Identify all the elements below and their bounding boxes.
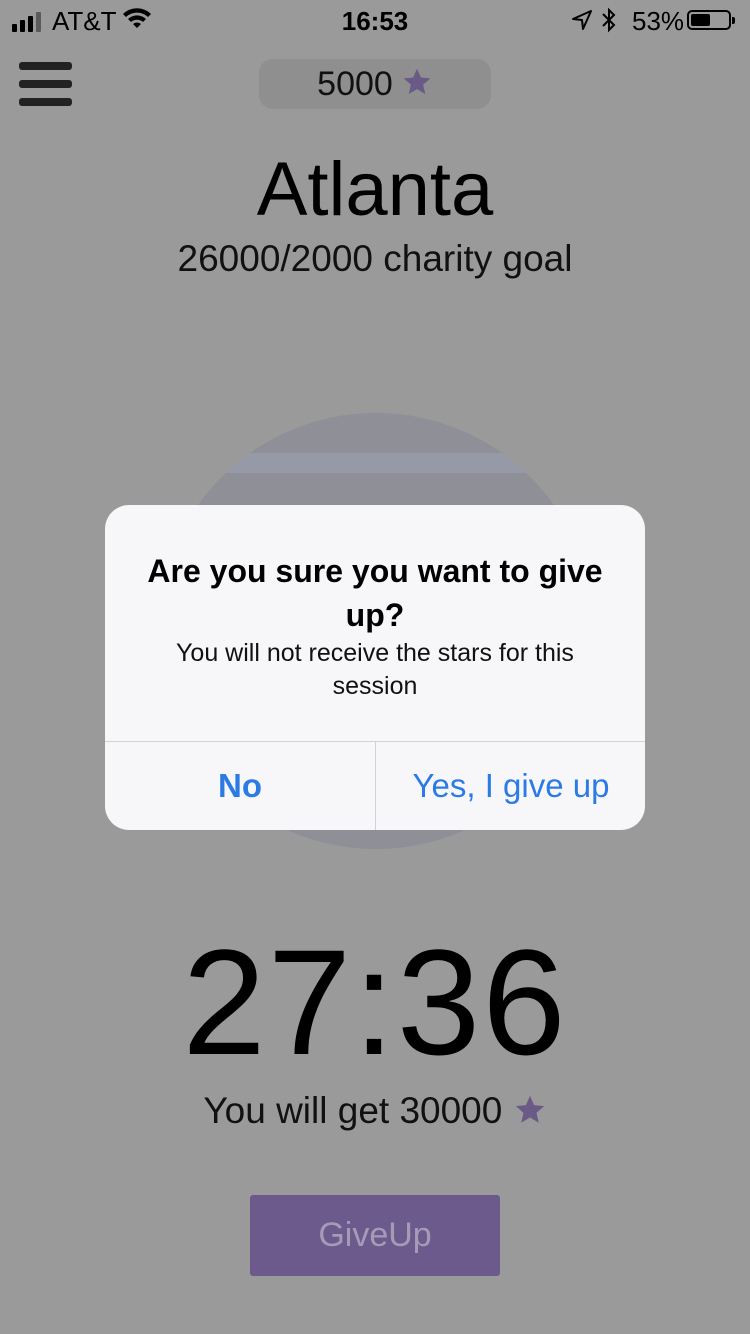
battery-icon [687, 10, 735, 30]
dialog-message: You will not receive the stars for this … [176, 639, 574, 700]
star-balance-count: 5000 [317, 64, 393, 103]
confirm-give-up-dialog: Are you sure you want to give up? You wi… [105, 505, 645, 830]
yes-give-up-button[interactable]: Yes, I give up [376, 742, 645, 830]
battery-nub [732, 17, 735, 24]
bluetooth-icon [600, 7, 618, 38]
no-button[interactable]: No [105, 742, 375, 830]
reward-line: You will get 30000 [0, 1090, 750, 1133]
session-image-band [158, 453, 594, 473]
city-title: Atlanta [256, 147, 494, 232]
session-timer: 27:36 [182, 918, 568, 1086]
battery-fill [691, 14, 710, 26]
star-icon [513, 1090, 547, 1132]
star-icon [401, 66, 433, 103]
give-up-button[interactable]: GiveUp [250, 1195, 500, 1276]
location-icon [571, 9, 593, 36]
dialog-title: Are you sure you want to give up? [147, 553, 603, 633]
hamburger-menu-icon[interactable] [19, 62, 72, 108]
star-balance: 5000 [259, 59, 491, 109]
battery-percent: 53% [632, 6, 685, 36]
charity-goal: 26000/2000 charity goal [177, 238, 573, 279]
status-bar: AT&T 16:53 53% [0, 0, 750, 40]
reward-text: You will get 30000 [203, 1090, 503, 1131]
